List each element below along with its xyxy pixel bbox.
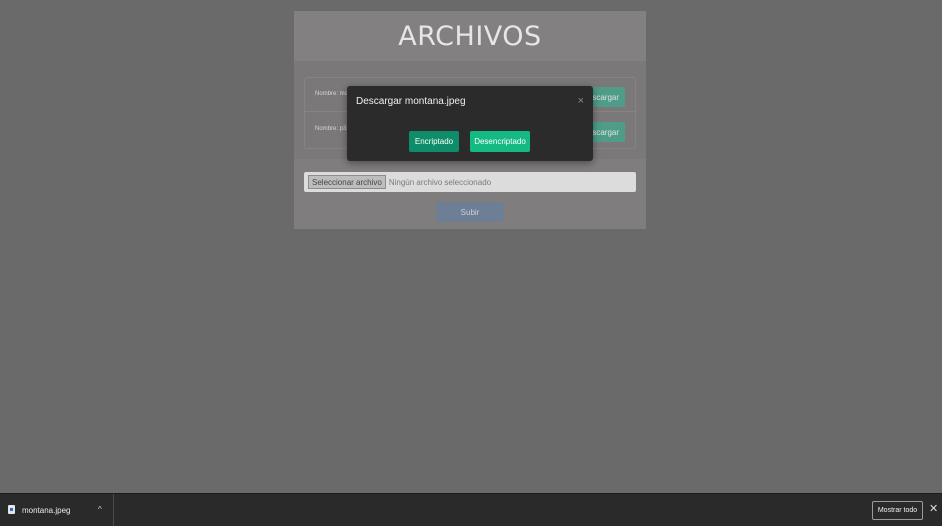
download-item[interactable]: montana.jpeg ^ <box>0 494 114 526</box>
close-icon[interactable]: × <box>578 96 584 107</box>
close-icon[interactable]: ✕ <box>929 503 938 515</box>
file-input[interactable]: Seleccionar archivo Ningún archivo selec… <box>304 172 636 192</box>
upload-area: Seleccionar archivo Ningún archivo selec… <box>294 159 646 229</box>
download-shelf: montana.jpeg ^ Mostrar todo ✕ <box>0 493 942 526</box>
card-header: ARCHIVOS <box>294 11 646 61</box>
file-status-text: Ningún archivo seleccionado <box>388 177 492 187</box>
encrypted-button[interactable]: Encriptado <box>409 131 459 152</box>
show-all-button[interactable]: Mostrar todo <box>872 501 923 520</box>
download-modal: Descargar montana.jpeg × Encriptado Dese… <box>347 86 593 161</box>
page-title: ARCHIVOS <box>398 20 542 52</box>
file-name-label: Nombre: p3.p <box>315 126 352 132</box>
decrypted-button[interactable]: Desencriptado <box>470 131 530 152</box>
download-file-name: montana.jpeg <box>22 506 71 515</box>
modal-title: Descargar montana.jpeg <box>356 96 466 107</box>
choose-file-button[interactable]: Seleccionar archivo <box>308 175 386 189</box>
chevron-up-icon[interactable]: ^ <box>98 505 102 514</box>
file-icon <box>8 505 15 514</box>
file-name-label: Nombre: mon <box>315 91 352 97</box>
submit-button[interactable]: Subir <box>436 202 504 222</box>
